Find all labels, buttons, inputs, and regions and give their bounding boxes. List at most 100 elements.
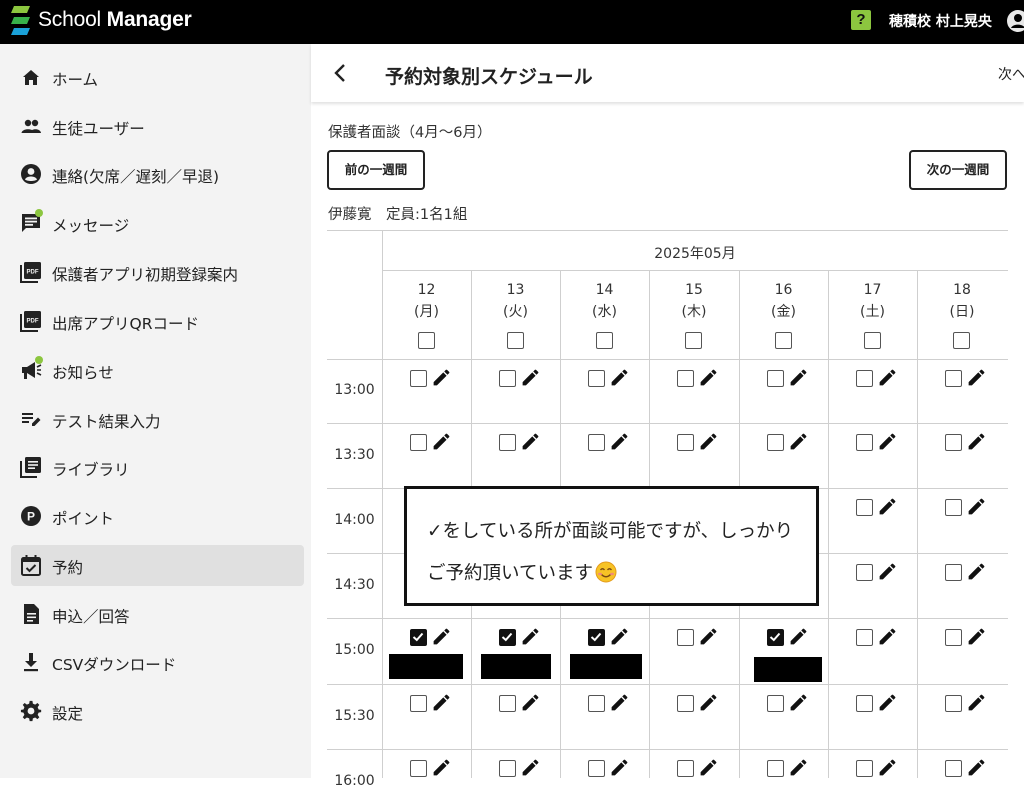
edit-pencil-icon[interactable] (877, 496, 898, 517)
slot-checkbox[interactable] (856, 370, 873, 387)
slot-checkbox[interactable] (588, 695, 605, 712)
slot-checkbox[interactable] (767, 434, 784, 451)
sidebar-item[interactable]: P ポイント (11, 496, 304, 537)
slot-checkbox[interactable] (856, 434, 873, 451)
edit-pencil-icon[interactable] (698, 757, 719, 778)
edit-pencil-icon[interactable] (966, 626, 987, 647)
edit-pencil-icon[interactable] (788, 367, 809, 388)
slot-checkbox[interactable] (410, 370, 427, 387)
edit-pencil-icon[interactable] (877, 757, 898, 778)
edit-pencil-icon[interactable] (966, 496, 987, 517)
slot-checkbox[interactable] (856, 564, 873, 581)
slot-checkbox[interactable] (945, 434, 962, 451)
edit-pencil-icon[interactable] (520, 757, 541, 778)
slot-checkbox[interactable] (945, 370, 962, 387)
sidebar-item[interactable]: PDF 保護者アプリ初期登録案内 (11, 252, 304, 293)
edit-pencil-icon[interactable] (431, 757, 452, 778)
slot-checkbox[interactable] (499, 370, 516, 387)
edit-pencil-icon[interactable] (966, 692, 987, 713)
slot-checkbox[interactable] (767, 760, 784, 777)
edit-pencil-icon[interactable] (520, 367, 541, 388)
slot-checkbox[interactable] (410, 760, 427, 777)
slot-checkbox[interactable] (767, 695, 784, 712)
sidebar-item[interactable]: 連絡(欠席／遅刻／早退) (11, 154, 304, 195)
next-week-button[interactable]: 次の一週間 (909, 150, 1007, 190)
slot-checkbox[interactable] (677, 370, 694, 387)
edit-pencil-icon[interactable] (788, 757, 809, 778)
slot-checkbox[interactable] (588, 629, 605, 646)
edit-pencil-icon[interactable] (788, 431, 809, 452)
day-select-checkbox[interactable] (685, 332, 702, 349)
slot-checkbox[interactable] (588, 434, 605, 451)
edit-pencil-icon[interactable] (788, 692, 809, 713)
sidebar-item[interactable]: CSVダウンロード (11, 642, 304, 683)
slot-checkbox[interactable] (767, 629, 784, 646)
slot-checkbox[interactable] (677, 695, 694, 712)
edit-pencil-icon[interactable] (609, 626, 630, 647)
sidebar-item[interactable]: ホーム (11, 57, 304, 98)
slot-checkbox[interactable] (588, 370, 605, 387)
edit-pencil-icon[interactable] (966, 561, 987, 582)
edit-pencil-icon[interactable] (966, 757, 987, 778)
sidebar-item[interactable]: 設定 (11, 691, 304, 732)
edit-pencil-icon[interactable] (520, 692, 541, 713)
edit-pencil-icon[interactable] (877, 692, 898, 713)
slot-checkbox[interactable] (410, 629, 427, 646)
edit-pencil-icon[interactable] (609, 692, 630, 713)
edit-pencil-icon[interactable] (877, 626, 898, 647)
edit-pencil-icon[interactable] (698, 626, 719, 647)
edit-pencil-icon[interactable] (431, 692, 452, 713)
day-select-checkbox[interactable] (506, 332, 524, 349)
sidebar-item[interactable]: 申込／回答 (11, 594, 304, 635)
slot-checkbox[interactable] (856, 760, 873, 777)
edit-pencil-icon[interactable] (520, 626, 541, 647)
day-select-checkbox[interactable] (863, 332, 881, 349)
next-link[interactable]: 次へ (998, 64, 1024, 84)
help-icon[interactable]: ? (851, 10, 871, 30)
edit-pencil-icon[interactable] (431, 431, 452, 452)
edit-pencil-icon[interactable] (520, 431, 541, 452)
slot-checkbox[interactable] (945, 760, 962, 777)
slot-checkbox[interactable] (677, 760, 694, 777)
account-icon[interactable] (1006, 9, 1024, 33)
slot-checkbox[interactable] (499, 695, 516, 712)
edit-pencil-icon[interactable] (877, 367, 898, 388)
edit-pencil-icon[interactable] (609, 757, 630, 778)
slot-checkbox[interactable] (677, 434, 694, 451)
slot-checkbox[interactable] (945, 629, 962, 646)
slot-checkbox[interactable] (856, 499, 873, 516)
slot-checkbox[interactable] (856, 629, 873, 646)
sidebar-item[interactable]: PDF 出席アプリQRコード (11, 301, 304, 342)
prev-week-button[interactable]: 前の一週間 (327, 150, 425, 190)
edit-pencil-icon[interactable] (609, 431, 630, 452)
day-select-checkbox[interactable] (417, 332, 435, 349)
edit-pencil-icon[interactable] (431, 367, 452, 388)
sidebar-item[interactable]: メッセージ (11, 203, 304, 244)
sidebar-item[interactable]: 予約 (11, 545, 304, 586)
slot-checkbox[interactable] (945, 695, 962, 712)
edit-pencil-icon[interactable] (431, 626, 452, 647)
app-logo-text[interactable]: School Manager (38, 8, 192, 32)
edit-pencil-icon[interactable] (877, 431, 898, 452)
edit-pencil-icon[interactable] (698, 367, 719, 388)
slot-checkbox[interactable] (499, 760, 516, 777)
slot-checkbox[interactable] (677, 629, 694, 646)
slot-checkbox[interactable] (410, 695, 427, 712)
sidebar-item[interactable]: ライブラリ (11, 447, 304, 488)
edit-pencil-icon[interactable] (698, 692, 719, 713)
day-select-checkbox[interactable] (595, 332, 613, 349)
edit-pencil-icon[interactable] (877, 561, 898, 582)
slot-checkbox[interactable] (856, 695, 873, 712)
slot-checkbox[interactable] (945, 499, 962, 516)
edit-pencil-icon[interactable] (966, 367, 987, 388)
slot-checkbox[interactable] (410, 434, 427, 451)
edit-pencil-icon[interactable] (788, 626, 809, 647)
slot-checkbox[interactable] (945, 564, 962, 581)
user-name[interactable]: 穂積校 村上晃央 (889, 11, 992, 31)
slot-checkbox[interactable] (499, 434, 516, 451)
day-select-checkbox[interactable] (774, 332, 792, 349)
slot-checkbox[interactable] (499, 629, 516, 646)
edit-pencil-icon[interactable] (966, 431, 987, 452)
slot-checkbox[interactable] (588, 760, 605, 777)
sidebar-item[interactable]: 生徒ユーザー (11, 106, 304, 147)
